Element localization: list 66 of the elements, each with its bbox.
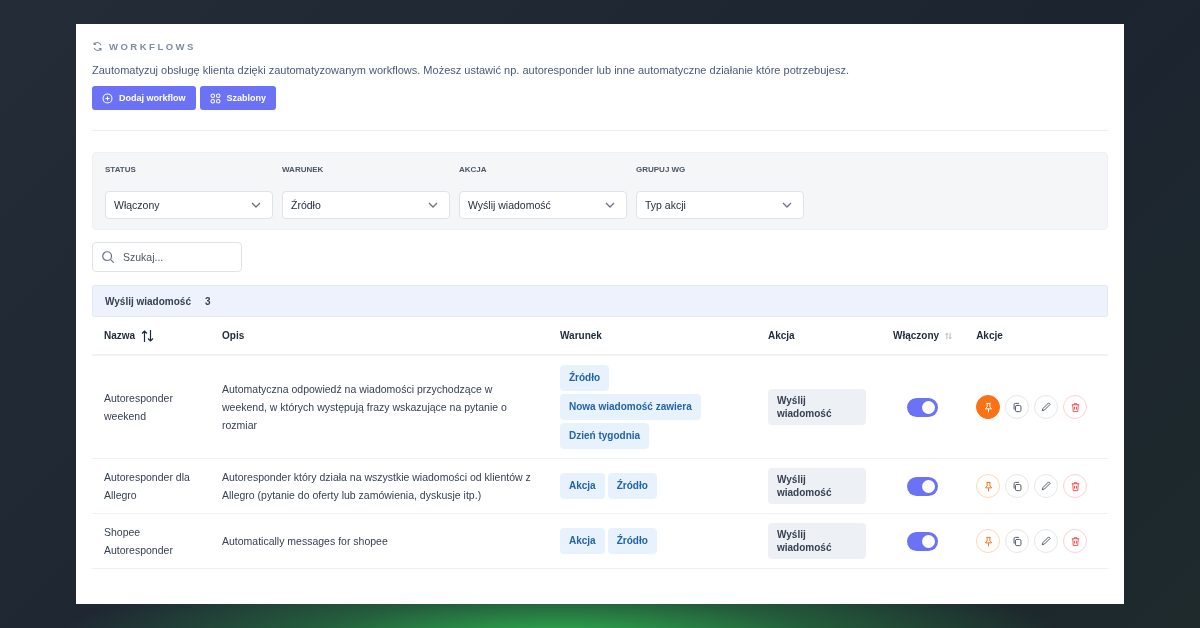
templates-button[interactable]: Szablony [199, 86, 277, 110]
condition-tag: Źródło [607, 473, 657, 499]
filter-label: GRUPUJ WG [636, 165, 687, 174]
trash-icon [1069, 535, 1081, 547]
edit-button[interactable] [1034, 395, 1059, 419]
action-tag: Wyślij wiadomość [768, 523, 866, 559]
workflow-name: Shopee Autoresponder [104, 526, 173, 556]
filter-dropdown[interactable]: Włączony [105, 191, 273, 219]
workflow-description: Automatyczna odpowiedź na wiadomości przychodzące w weekend, w których występują frazy wskazujące na pytanie o rozmiar [222, 383, 507, 431]
action-tag: Wyślij wiadomość [768, 468, 866, 504]
column-header: Akcje [976, 330, 1003, 341]
pencil-icon [1040, 480, 1053, 492]
copy-icon [1011, 535, 1023, 547]
condition-tag: Nowa wiadomość zawiera [560, 394, 701, 420]
edit-button[interactable] [1034, 474, 1059, 498]
condition-tag: Dzień tygodnia [560, 423, 650, 449]
group-name: Wyślij wiadomość [105, 295, 191, 307]
pin-button[interactable] [976, 395, 1001, 419]
filter-dropdown[interactable]: Typ akcji [636, 191, 804, 219]
sort-icon[interactable] [141, 328, 155, 343]
copy-icon [1011, 480, 1023, 492]
column-header: Opis [222, 330, 245, 341]
copy-button[interactable] [1005, 529, 1030, 553]
pencil-icon [1040, 535, 1053, 547]
workflow-description: Autoresponder który działa na wszystkie wiadomości od klientów z Allegro (pytanie do oferty lub zamówienia, dyskusje itp.) [222, 471, 531, 501]
workflow-name: Autoresponder weekend [104, 392, 173, 422]
trash-icon [1069, 401, 1081, 413]
delete-button[interactable] [1063, 395, 1088, 419]
condition-tag: Akcja [560, 473, 605, 499]
enabled-toggle[interactable] [907, 397, 939, 417]
pin-icon [982, 401, 994, 413]
column-header: Nazwa [104, 330, 136, 341]
copy-icon [1011, 401, 1023, 413]
filter-dropdown[interactable]: Wyślij wiadomość [459, 191, 627, 219]
condition-tag: Źródło [560, 365, 610, 391]
filter-label: AKCJA [459, 165, 488, 174]
trash-icon [1069, 480, 1081, 492]
delete-button[interactable] [1063, 529, 1088, 553]
pin-icon [982, 480, 994, 492]
search-field[interactable]: Szukaj... [92, 242, 242, 272]
edit-button[interactable] [1034, 529, 1059, 553]
copy-button[interactable] [1005, 395, 1030, 419]
filter-label: STATUS [105, 165, 137, 174]
filter-label: WARUNEK [282, 165, 325, 174]
condition-tag: Akcja [560, 528, 605, 554]
section-description: Zautomatyzuj obsługę klienta dzięki zautomatyzowanym workflows. Możesz ustawić np. autoresponder lub inne automatyczne działanie które potrzebujesz. [92, 64, 850, 76]
workflow-description: Automatically messages for shopee [222, 535, 388, 547]
refresh-icon [92, 40, 103, 52]
enabled-toggle[interactable] [907, 531, 939, 551]
enabled-toggle[interactable] [907, 476, 939, 496]
column-header: Akcja [768, 330, 795, 341]
workflow-name: Autoresponder dla Allegro [104, 471, 190, 501]
filter-dropdown[interactable]: Źródło [282, 191, 450, 219]
pin-icon [982, 535, 994, 547]
copy-button[interactable] [1005, 474, 1030, 498]
plus-circle-icon [102, 92, 113, 104]
column-header: Włączony [893, 330, 940, 341]
section-title: WORKFLOWS [109, 40, 196, 52]
action-tag: Wyślij wiadomość [768, 389, 866, 425]
delete-button[interactable] [1063, 474, 1088, 498]
condition-tag: Źródło [607, 528, 657, 554]
pencil-icon [1040, 401, 1053, 413]
grid-icon [209, 92, 221, 104]
column-header: Warunek [560, 330, 602, 341]
add-workflow-button[interactable]: Dodaj workflow [92, 86, 196, 110]
group-count: 3 [204, 295, 211, 307]
